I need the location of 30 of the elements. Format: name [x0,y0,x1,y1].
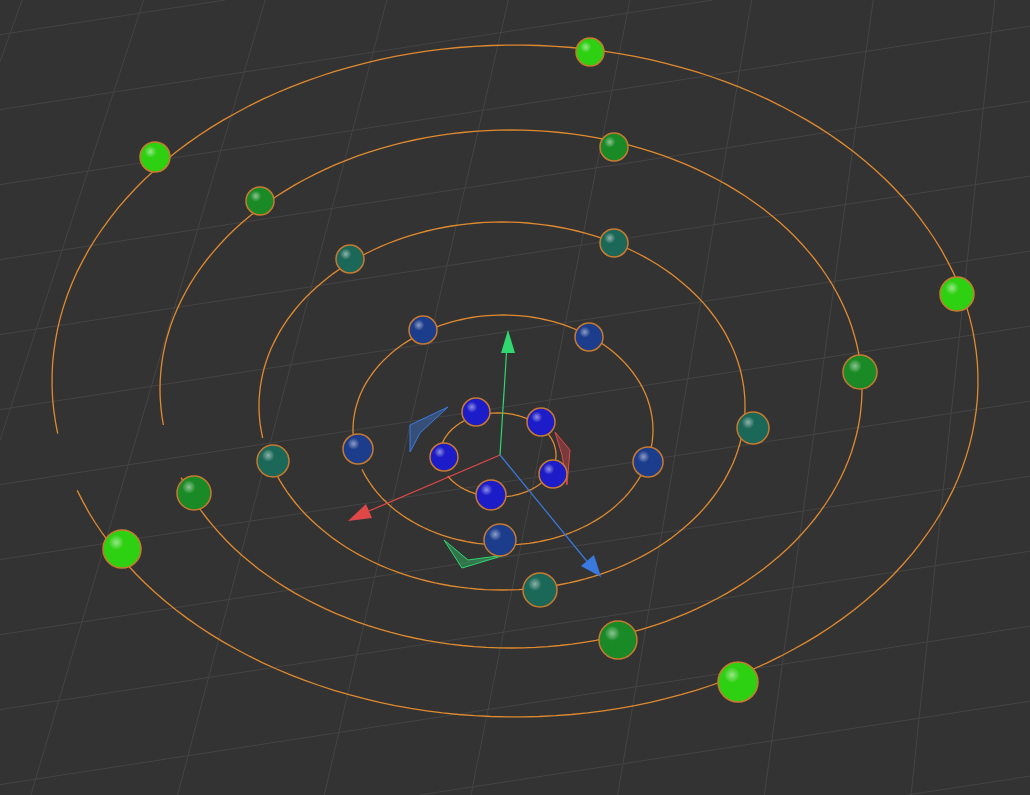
sphere [736,411,770,445]
sphere [483,523,517,557]
sphere [842,354,878,390]
sphere [139,141,171,173]
sphere [256,444,290,478]
axis-arrow[interactable] [348,454,501,521]
sphere [429,442,459,472]
sphere [526,407,556,437]
sphere [522,572,558,608]
axis-arrow[interactable] [499,454,601,577]
sphere [599,228,629,258]
sphere [717,661,759,703]
sphere [475,479,507,511]
sphere [408,315,438,345]
sphere [939,276,975,312]
sphere [632,446,664,478]
sphere [575,37,605,67]
sphere [102,529,142,569]
plane-handle[interactable] [409,406,449,453]
sphere [335,244,365,274]
sphere [176,475,212,511]
axis-arrow[interactable] [499,330,515,456]
sphere [599,132,629,162]
sphere [461,397,491,427]
sphere [245,186,275,216]
sphere [342,433,374,465]
sphere [538,459,568,489]
plane-handle[interactable] [554,431,571,486]
sphere [574,322,604,352]
sphere [598,620,638,660]
